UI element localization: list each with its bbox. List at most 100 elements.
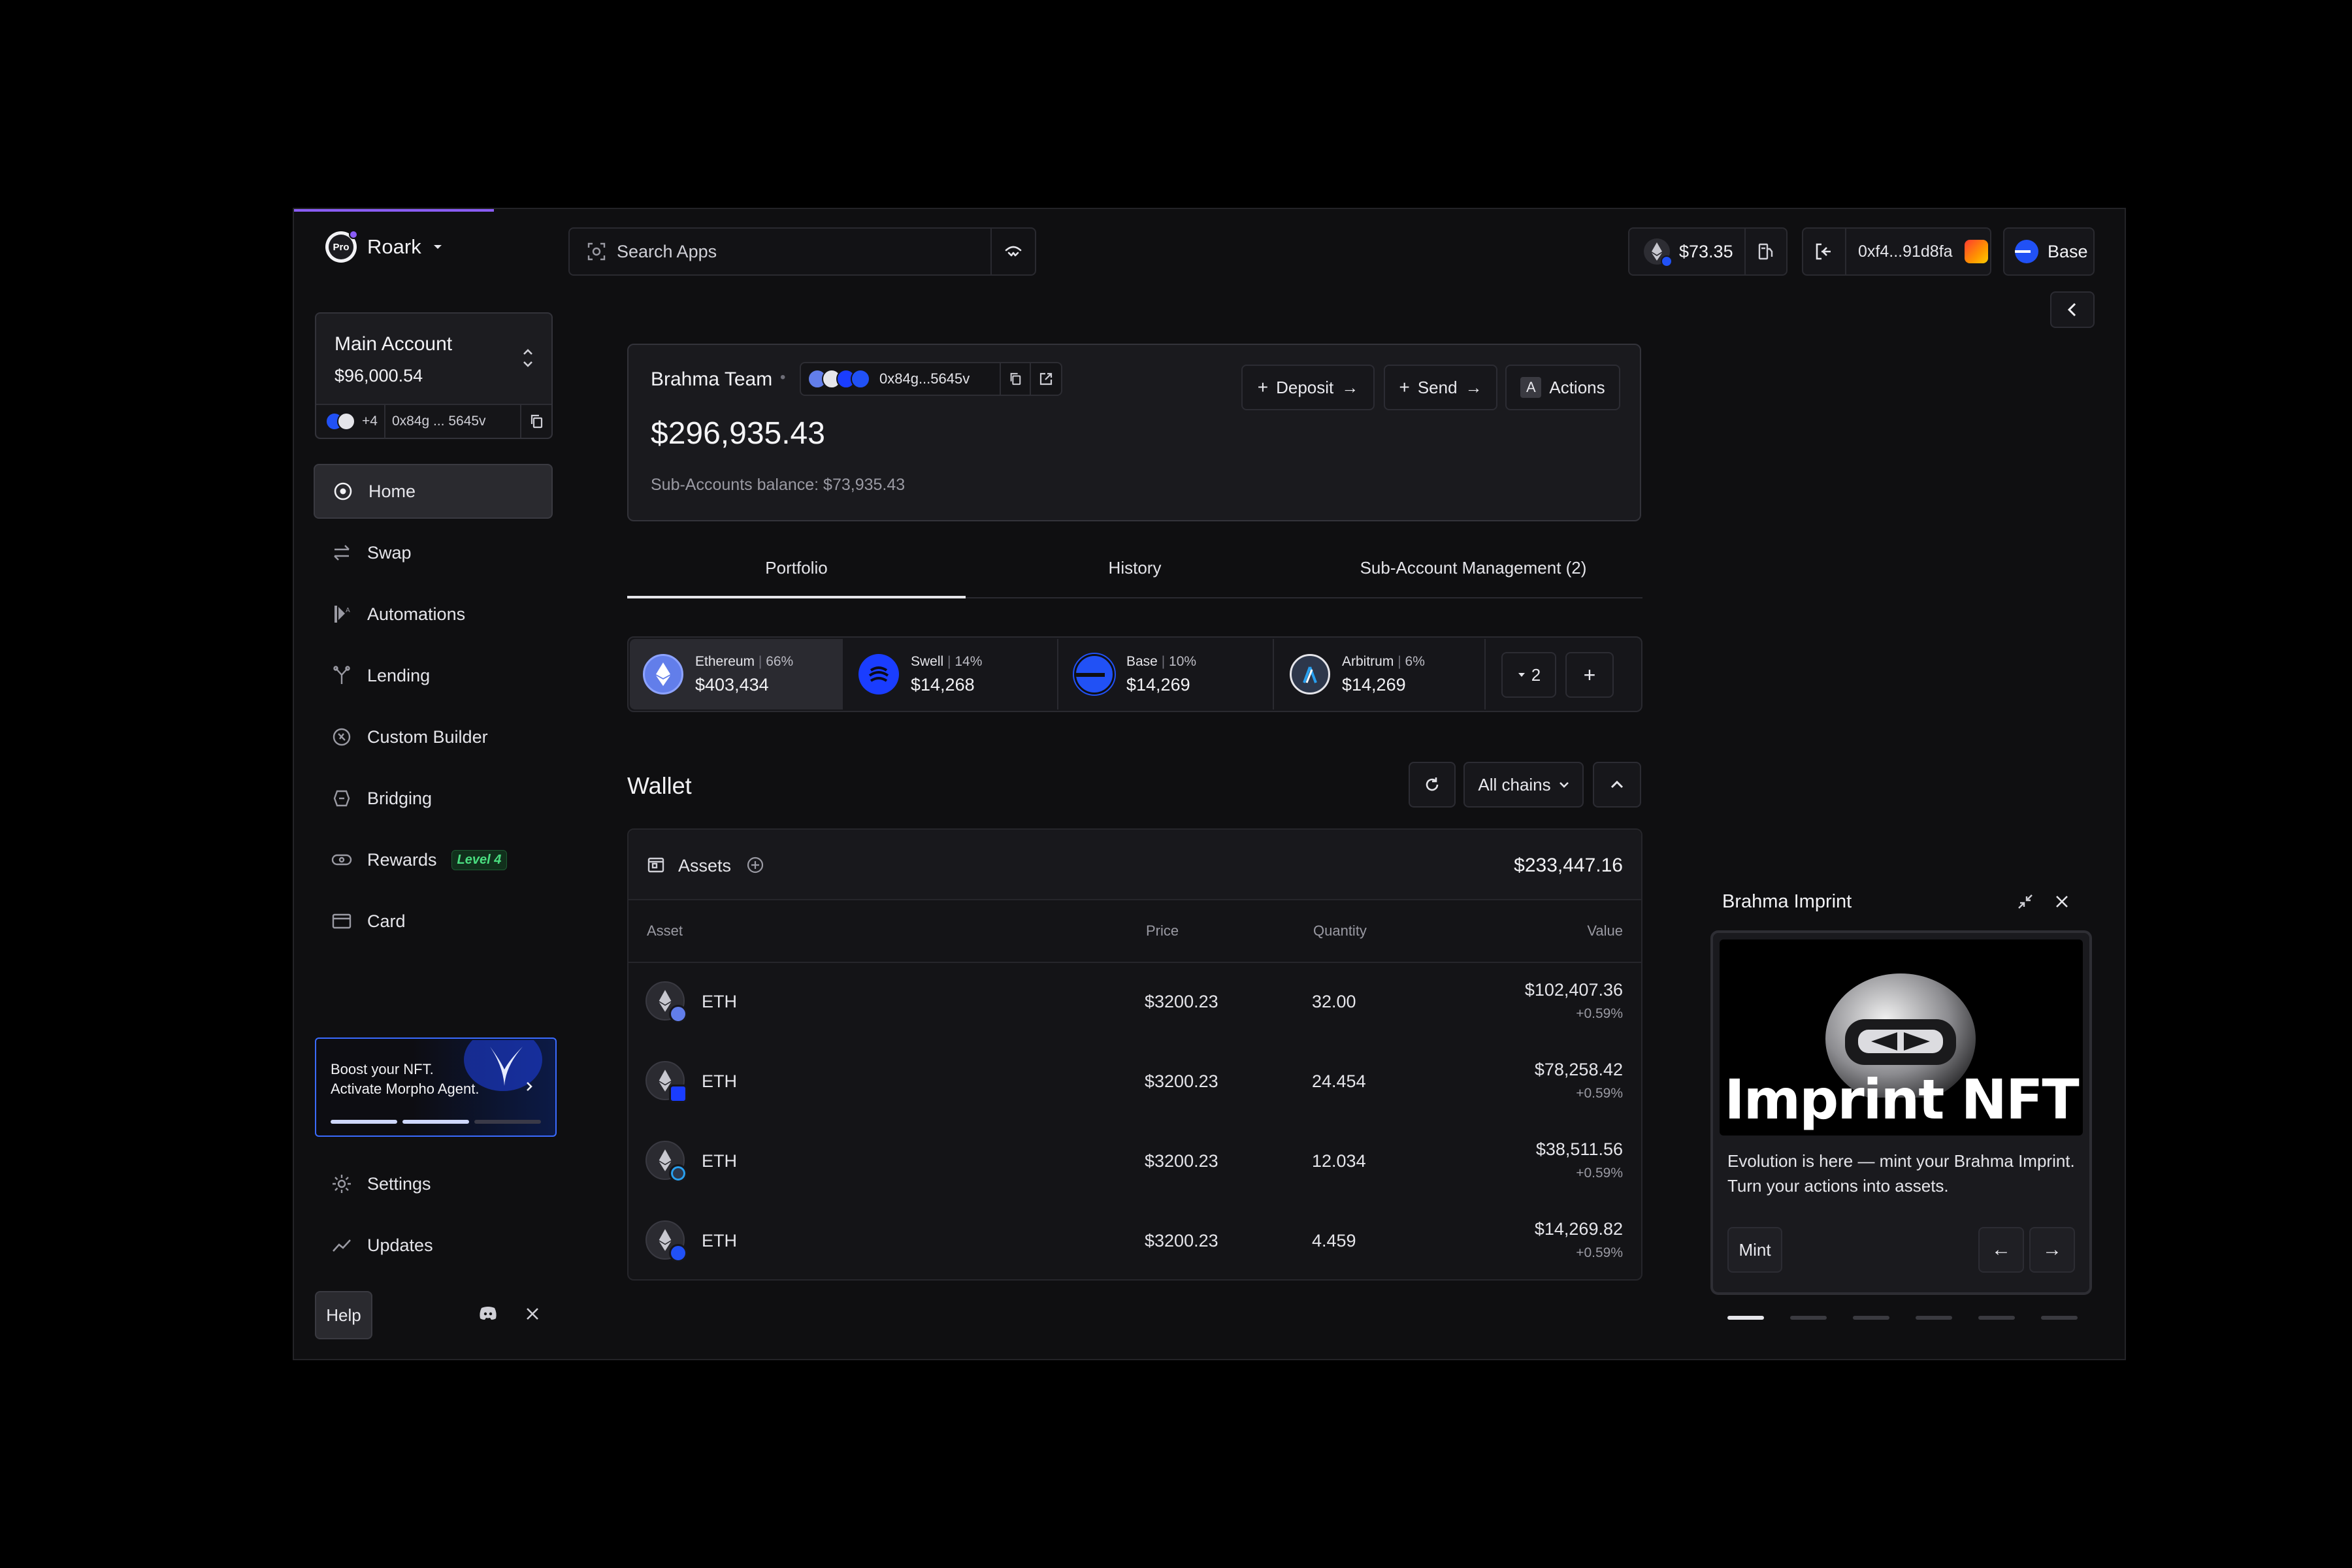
more-chains-button[interactable]: 2 (1501, 652, 1556, 698)
carousel-dot[interactable] (1978, 1316, 2015, 1320)
account-card[interactable]: Main Account $96,000.54 +4 0x84g ... 564… (315, 312, 553, 439)
sidebar-item-settings[interactable]: Settings (314, 1156, 553, 1211)
chain-card-swell[interactable]: Swell | 14% $14,268 (845, 639, 1058, 710)
sidebar-item-lending[interactable]: Lending (314, 648, 553, 703)
wallet-icon (647, 857, 664, 873)
sidebar-item-bridging[interactable]: Bridging (314, 771, 553, 826)
tab-history[interactable]: History (966, 558, 1304, 578)
chain-badge-icon (669, 1005, 687, 1023)
account-pill[interactable]: 0xf4...91d8fa (1802, 227, 1991, 276)
carousel-dot[interactable] (1853, 1316, 1889, 1320)
column-header-asset: Asset (647, 923, 683, 939)
sidebar-item-label: Updates (367, 1235, 433, 1255)
imprint-desc-line-2: Turn your actions into assets. (1727, 1176, 1949, 1196)
help-button[interactable]: Help (315, 1291, 372, 1339)
loading-progress-bar (294, 209, 494, 212)
asset-symbol: ETH (702, 992, 737, 1011)
network-selector[interactable]: Base (2003, 227, 2095, 276)
eth-token-icon (645, 981, 687, 1023)
team-address-pill: 0x84g...5645v (800, 362, 1062, 396)
close-icon[interactable] (2054, 894, 2070, 909)
wallet-connect-icon (1005, 246, 1022, 257)
gas-balance: $73.35 (1679, 241, 1733, 261)
mint-button[interactable]: Mint (1727, 1227, 1782, 1273)
caret-down-icon (433, 245, 442, 249)
table-row[interactable]: ETH $3200.23 32.00 $102,407.36 +0.59% (627, 962, 1642, 1041)
asset-value: $38,511.56 (1535, 1139, 1623, 1159)
asset-quantity: 32.00 (1312, 992, 1356, 1011)
wallet-address: 0xf4...91d8fa (1858, 242, 1953, 261)
base-icon (1073, 653, 1116, 696)
add-chain-button[interactable]: + (1565, 652, 1614, 698)
tab-sub-account-management[interactable]: Sub-Account Management (2) (1304, 558, 1642, 578)
org-switcher[interactable]: Pro Roark (325, 230, 444, 264)
next-button[interactable]: → (2029, 1227, 2075, 1273)
tab-portfolio[interactable]: Portfolio (627, 558, 966, 578)
imprint-desc-line-1: Evolution is here — mint your Brahma Imp… (1727, 1151, 2075, 1171)
sidebar-item-home[interactable]: Home (314, 464, 553, 519)
search-input[interactable]: Search Apps (617, 242, 717, 262)
minimize-icon[interactable] (2016, 892, 2034, 911)
promo-banner[interactable]: Boost your NFT. Activate Morpho Agent. (315, 1037, 557, 1137)
chevron-up-icon (1610, 780, 1624, 789)
copy-team-address-button[interactable] (1000, 363, 1030, 395)
actions-button[interactable]: A Actions (1505, 365, 1620, 410)
previous-button[interactable]: ← (1978, 1227, 2024, 1273)
sidebar-item-card[interactable]: Card (314, 894, 553, 949)
eth-token-icon (645, 1141, 687, 1183)
chain-name: Ethereum (695, 653, 755, 669)
collapse-panel-button[interactable] (2050, 291, 2095, 328)
chain-card-base[interactable]: Base | 10% $14,269 (1061, 639, 1274, 710)
refresh-button[interactable] (1409, 762, 1456, 808)
sidebar-item-automations[interactable]: A Automations (314, 587, 553, 642)
more-chains-count: 2 (1531, 664, 1541, 685)
send-button[interactable]: + Send → (1384, 365, 1497, 410)
chevron-updown-icon[interactable] (521, 346, 534, 370)
member-count: +4 (362, 414, 378, 429)
chain-card-arbitrum[interactable]: Arbitrum | 6% $14,269 (1277, 639, 1486, 710)
chain-name: Swell (911, 653, 944, 669)
carousel-dot[interactable] (1916, 1316, 1952, 1320)
caret-down-icon (1518, 673, 1525, 677)
discord-icon[interactable] (478, 1305, 498, 1321)
bridging-icon (333, 790, 350, 807)
gas-pump-button[interactable] (1744, 229, 1786, 274)
custom-builder-icon (333, 728, 351, 746)
gas-balance-pill[interactable]: $73.35 (1628, 227, 1788, 276)
connect-button[interactable] (990, 229, 1035, 274)
chain-card-ethereum[interactable]: Ethereum | 66% $403,434 (630, 639, 843, 710)
plus-icon: + (1399, 377, 1410, 397)
table-row[interactable]: ETH $3200.23 4.459 $14,269.82 +0.59% (627, 1201, 1642, 1281)
ethereum-icon (643, 654, 683, 694)
logout-icon[interactable] (1814, 242, 1833, 261)
wallet-title: Wallet (627, 772, 692, 799)
asset-price: $3200.23 (1145, 992, 1218, 1011)
table-row[interactable]: ETH $3200.23 12.034 $38,511.56 +0.59% (627, 1121, 1642, 1201)
sidebar-item-custom-builder[interactable]: Custom Builder (314, 710, 553, 764)
external-link-button[interactable] (1030, 363, 1061, 395)
separator-dot: • (780, 368, 786, 386)
x-twitter-icon[interactable] (525, 1307, 540, 1321)
collapse-wallet-button[interactable] (1593, 762, 1641, 808)
sidebar-item-label: Settings (367, 1173, 431, 1194)
carousel-dot[interactable] (1790, 1316, 1827, 1320)
table-row[interactable]: ETH $3200.23 24.454 $78,258.42 +0.59% (627, 1041, 1642, 1121)
sidebar-item-label: Lending (367, 665, 431, 685)
deposit-button[interactable]: + Deposit → (1241, 365, 1375, 410)
chain-filter-dropdown[interactable]: All chains (1463, 762, 1584, 808)
add-asset-icon[interactable] (746, 856, 764, 874)
chain-value: $14,269 (1342, 674, 1406, 694)
search-bar[interactable]: Search Apps (568, 227, 1036, 276)
copy-account-button[interactable] (520, 405, 551, 438)
settings-gear-icon (333, 1175, 351, 1193)
sidebar-item-updates[interactable]: Updates (314, 1218, 553, 1273)
carousel-dot[interactable] (2041, 1316, 2078, 1320)
asset-change: +0.59% (1576, 1086, 1623, 1101)
svg-text:A: A (346, 607, 350, 614)
team-name: Brahma Team (651, 368, 773, 390)
asset-value: $78,258.42 (1534, 1060, 1623, 1079)
carousel-dot-active[interactable] (1727, 1316, 1764, 1320)
sidebar-item-rewards[interactable]: Rewards Level 4 (314, 832, 553, 887)
chevron-right-icon (527, 1082, 532, 1091)
sidebar-item-swap[interactable]: Swap (314, 525, 553, 580)
